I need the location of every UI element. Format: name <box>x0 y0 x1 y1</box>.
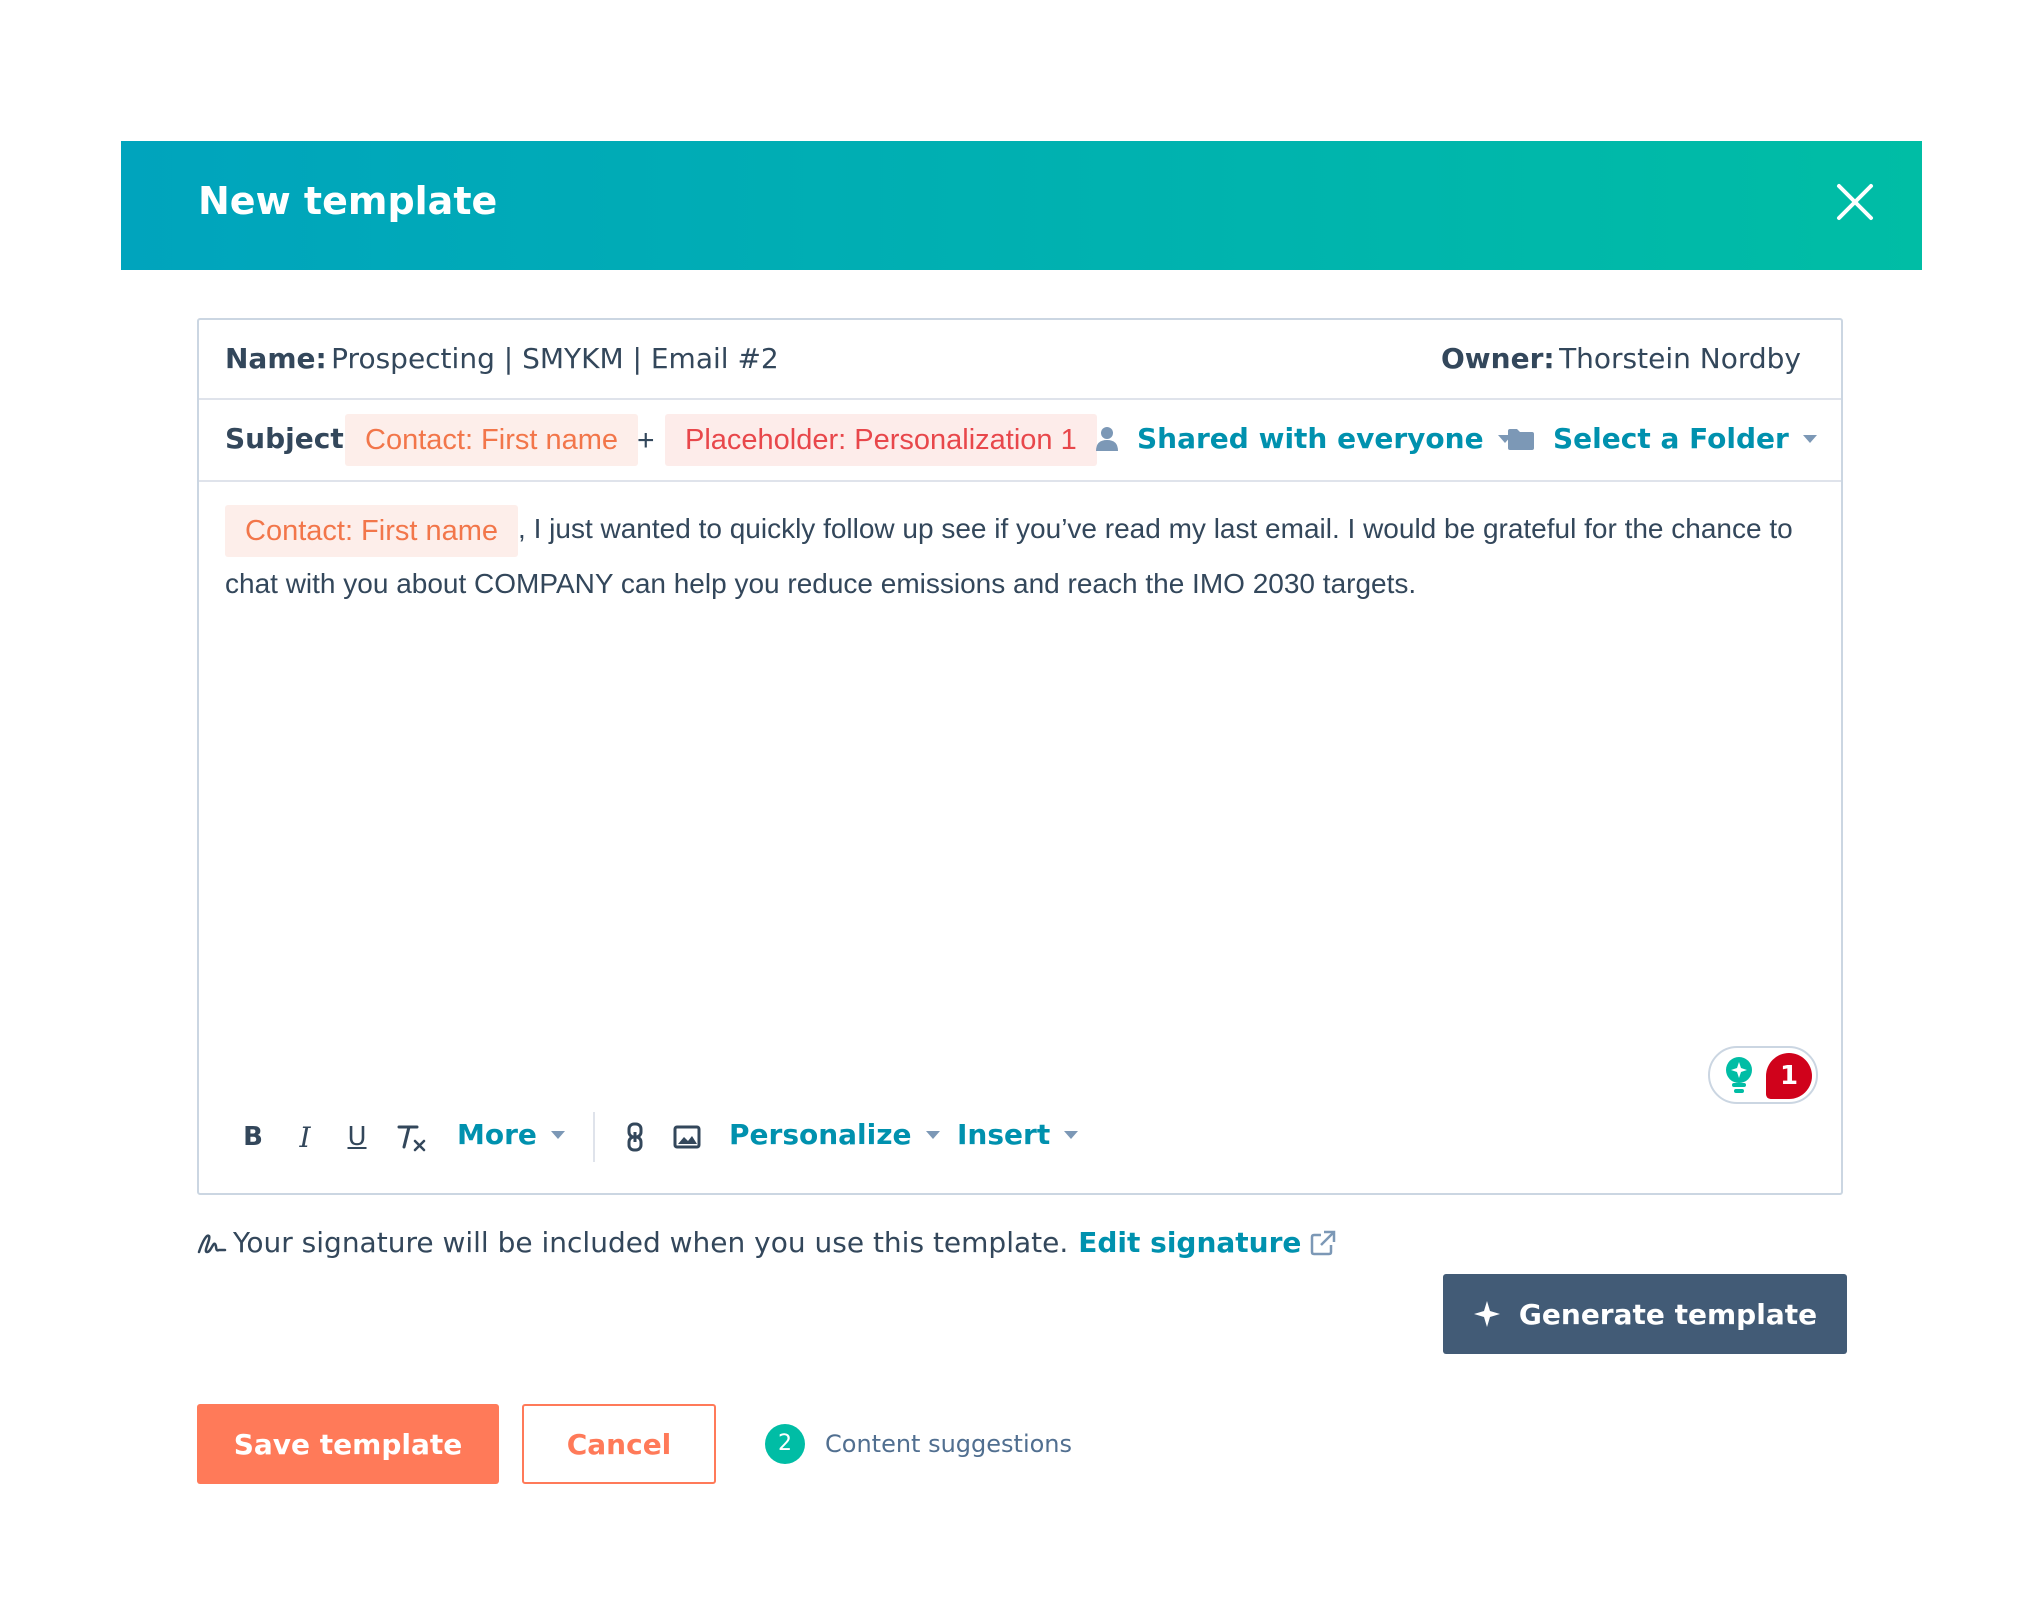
signature-note: Your signature will be included when you… <box>197 1226 1337 1259</box>
template-name[interactable]: Name: Prospecting | SMYKM | Email #2 <box>225 342 779 375</box>
chevron-down-icon <box>925 1130 940 1139</box>
sharing-label: Shared with everyone <box>1137 422 1484 455</box>
bold-button[interactable]: B <box>235 1112 271 1162</box>
cancel-button[interactable]: Cancel <box>522 1404 716 1484</box>
subject-plus: + <box>637 424 655 457</box>
personalize-label: Personalize <box>729 1118 912 1151</box>
close-icon <box>1837 184 1873 220</box>
generate-template-label: Generate template <box>1518 1297 1818 1331</box>
sharing-dropdown[interactable]: Shared with everyone <box>1095 422 1512 455</box>
underline-button[interactable]: U <box>339 1112 375 1162</box>
body-token-contact-first-name[interactable]: Contact: First name <box>225 504 519 557</box>
subject-token-contact-first-name[interactable]: Contact: First name <box>345 414 639 466</box>
insert-label: Insert <box>957 1118 1051 1151</box>
underline-icon: U <box>347 1122 367 1152</box>
italic-icon: I <box>299 1120 311 1154</box>
italic-button[interactable]: I <box>287 1112 323 1162</box>
signature-note-text: Your signature will be included when you… <box>233 1226 1069 1259</box>
image-button[interactable] <box>669 1112 705 1162</box>
name-value[interactable]: Prospecting | SMYKM | Email #2 <box>331 342 779 375</box>
more-label: More <box>457 1118 537 1151</box>
edit-signature-link[interactable]: Edit signature <box>1078 1226 1337 1259</box>
link-icon <box>627 1122 643 1152</box>
external-link-icon <box>1311 1230 1336 1255</box>
bold-icon: B <box>243 1122 263 1152</box>
modal-header: New template <box>121 141 1922 270</box>
content-suggestions-count: 2 <box>765 1424 805 1464</box>
subject-label: Subject: <box>225 422 355 455</box>
subject-token-personalization[interactable]: Placeholder: Personalization 1 <box>665 414 1097 466</box>
clear-formatting-icon <box>397 1125 426 1152</box>
save-template-button[interactable]: Save template <box>197 1404 499 1484</box>
modal-title: New template <box>198 179 498 223</box>
lightbulb-icon <box>1726 1057 1752 1093</box>
name-owner-row: Name: Prospecting | SMYKM | Email #2 Own… <box>199 320 1841 400</box>
signature-icon <box>197 1233 227 1253</box>
generate-template-button[interactable]: Generate template <box>1443 1274 1847 1354</box>
insert-dropdown[interactable]: Insert <box>957 1118 1079 1151</box>
chevron-down-icon <box>1802 434 1817 443</box>
user-icon <box>1096 426 1118 451</box>
editor-toolbar: B I U More Personalize Insert <box>227 1112 1127 1162</box>
subject-row: Subject: Contact: First name + Placehold… <box>199 400 1841 482</box>
template-editor: Name: Prospecting | SMYKM | Email #2 Own… <box>197 318 1843 1195</box>
personalize-dropdown[interactable]: Personalize <box>729 1118 940 1151</box>
content-assistant-badge[interactable]: 1 <box>1708 1046 1818 1104</box>
more-dropdown[interactable]: More <box>457 1118 565 1151</box>
email-body[interactable]: Contact: First name, I just wanted to qu… <box>225 502 1815 610</box>
folder-dropdown[interactable]: Select a Folder <box>1507 422 1817 455</box>
content-suggestions[interactable]: 2 Content suggestions <box>765 1424 1072 1464</box>
link-button[interactable] <box>617 1112 653 1162</box>
chevron-down-icon <box>1064 1130 1079 1139</box>
chevron-down-icon <box>550 1130 565 1139</box>
assistant-badge-count: 1 <box>1766 1053 1812 1099</box>
folder-label: Select a Folder <box>1553 422 1789 455</box>
owner-value: Thorstein Nordby <box>1559 342 1801 375</box>
clear-formatting-button[interactable] <box>391 1112 431 1162</box>
name-label: Name: <box>225 342 327 375</box>
owner-label: Owner: <box>1441 342 1555 375</box>
close-button[interactable] <box>1830 177 1880 227</box>
sparkle-icon <box>1473 1301 1500 1327</box>
template-owner: Owner: Thorstein Nordby <box>1441 342 1801 375</box>
folder-icon <box>1508 428 1534 450</box>
toolbar-divider <box>593 1112 595 1162</box>
edit-signature-label: Edit signature <box>1078 1226 1302 1259</box>
image-icon <box>673 1125 701 1149</box>
content-suggestions-label: Content suggestions <box>825 1430 1073 1458</box>
